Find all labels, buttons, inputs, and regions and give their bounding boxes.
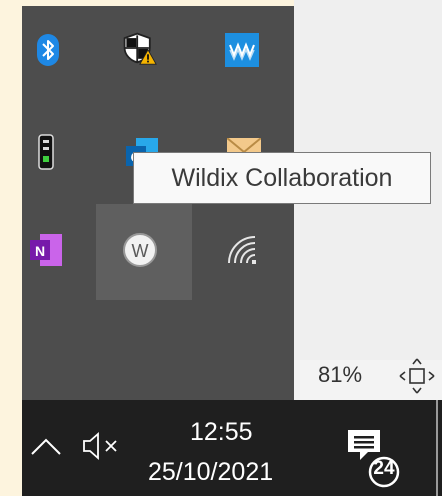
clock-date[interactable]: 25/10/2021: [148, 458, 273, 487]
wifi-icon[interactable]: [224, 232, 260, 268]
wildix-collaboration-icon[interactable]: W: [122, 232, 158, 268]
bluetooth-icon[interactable]: [30, 32, 66, 68]
show-hidden-icons-chevron-up-icon[interactable]: [28, 432, 64, 462]
notification-count-badge: 24: [373, 458, 395, 479]
background-edge: [0, 0, 22, 496]
action-center-button[interactable]: 24: [346, 428, 406, 488]
clock-time[interactable]: 12:55: [190, 418, 253, 447]
volume-muted-icon[interactable]: [80, 428, 124, 464]
waves-audio-icon[interactable]: [224, 32, 260, 68]
onenote-icon[interactable]: N: [28, 232, 64, 268]
svg-text:N: N: [35, 243, 45, 259]
zoom-level[interactable]: 81%: [318, 362, 362, 388]
svg-text:W: W: [132, 241, 149, 261]
taskbar-edge-divider: [436, 400, 438, 496]
fit-to-window-icon[interactable]: [397, 356, 437, 396]
traffic-light-icon[interactable]: [28, 134, 64, 170]
windows-security-warning-icon[interactable]: [121, 30, 157, 66]
tooltip: Wildix Collaboration: [133, 152, 431, 204]
